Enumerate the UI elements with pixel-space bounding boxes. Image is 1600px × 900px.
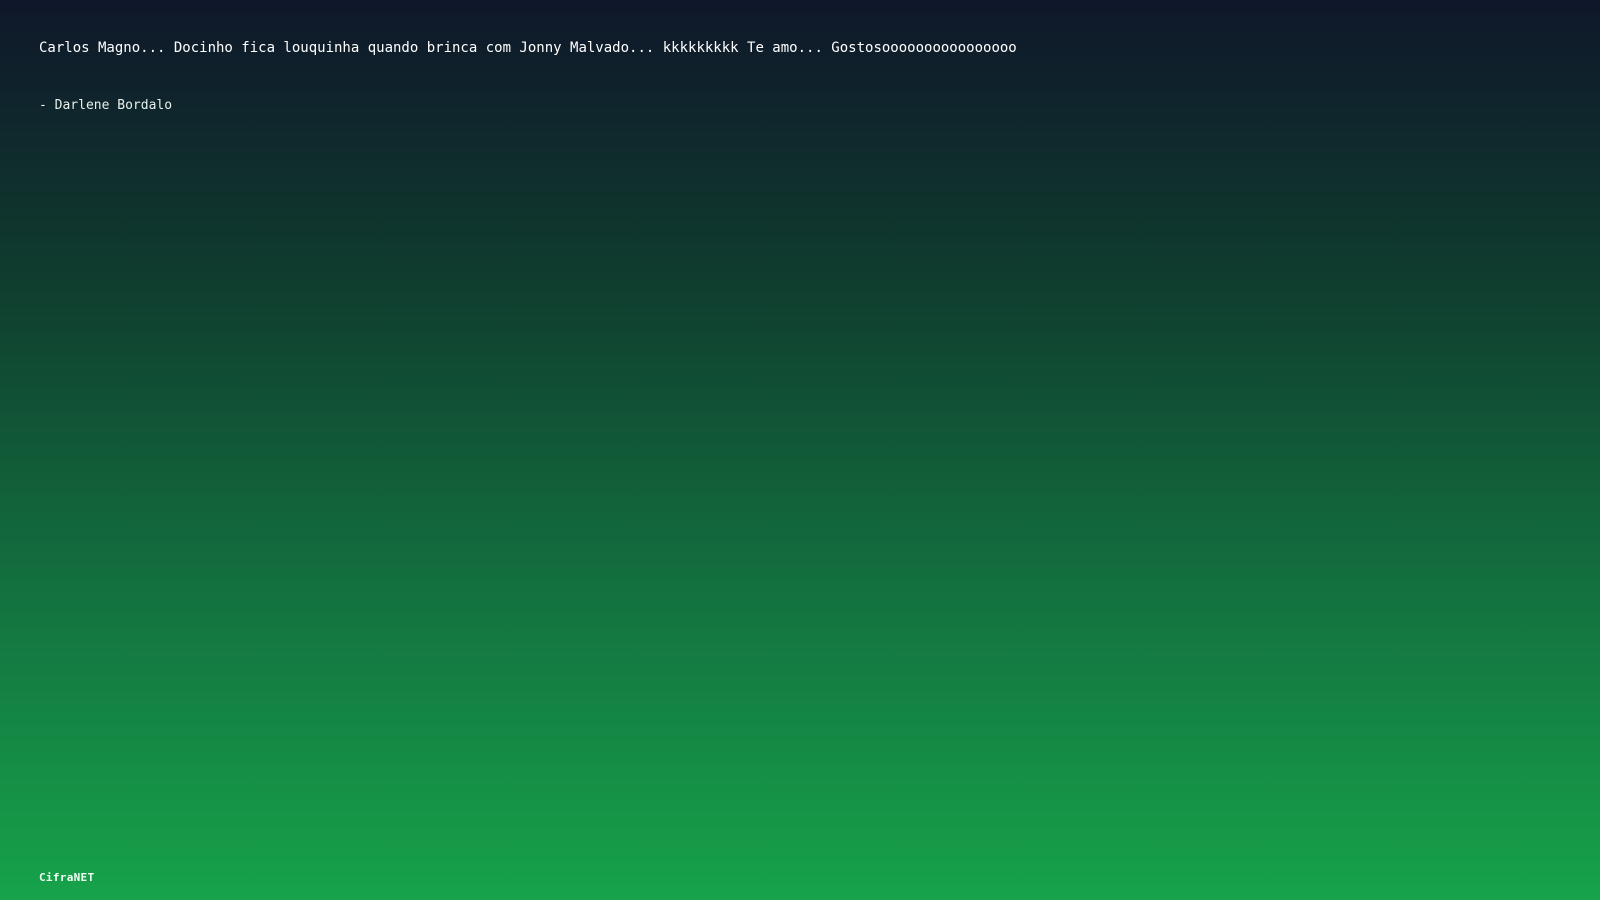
brand-label: CifraNET — [39, 871, 95, 884]
quote-block: Carlos Magno... Docinho fica louquinha q… — [39, 38, 1560, 115]
quote-text: Carlos Magno... Docinho fica louquinha q… — [39, 40, 1017, 56]
quote-author: - Darlene Bordalo — [39, 98, 173, 113]
